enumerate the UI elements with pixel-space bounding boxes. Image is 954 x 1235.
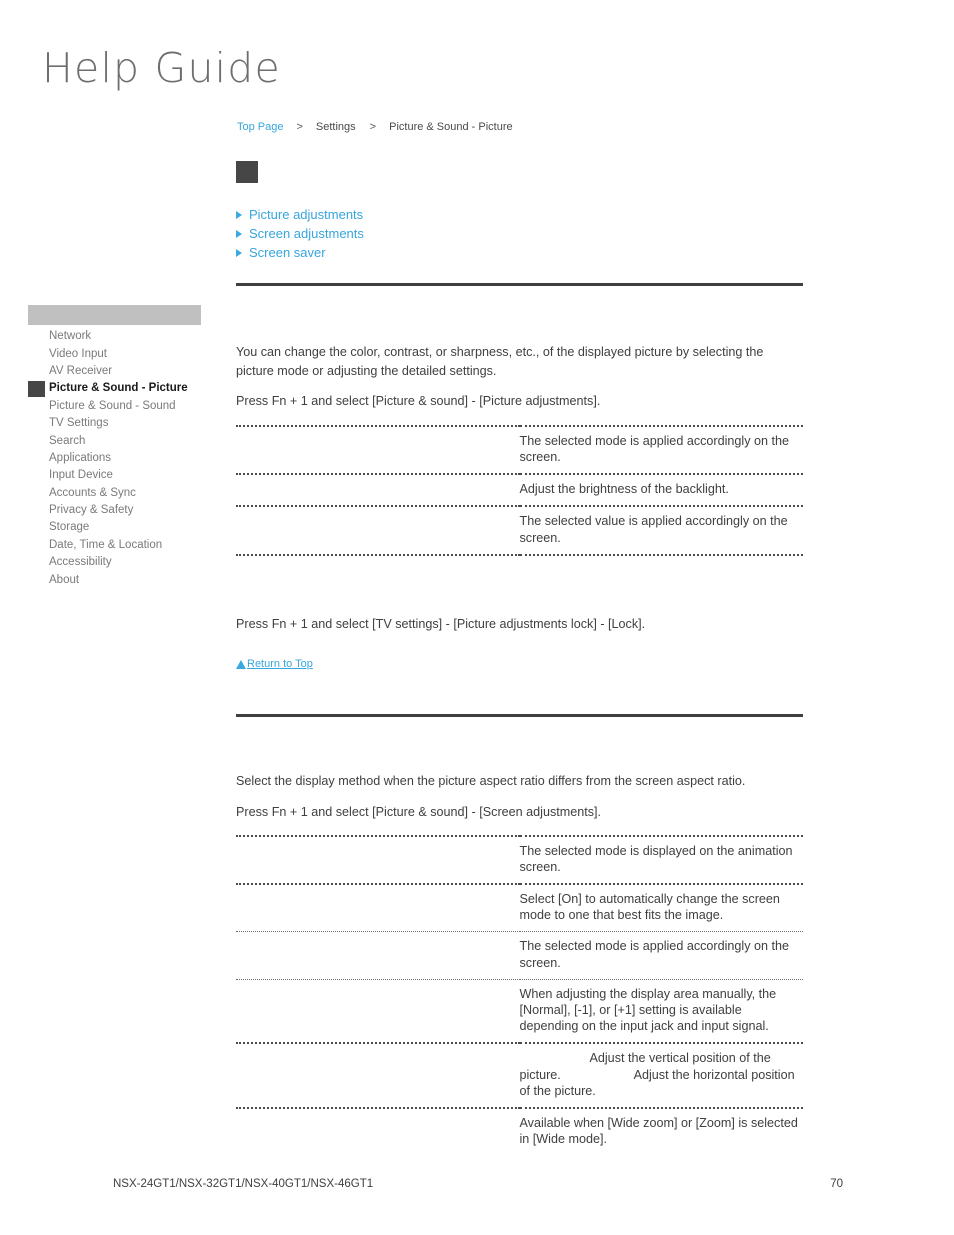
anchor-link-picture-adjustments[interactable]: Picture adjustments <box>236 205 636 224</box>
page-footer: NSX-24GT1/NSX-32GT1/NSX-40GT1/NSX-46GT1 … <box>113 1178 843 1190</box>
sidebar-item-label: Accounts & Sync <box>49 486 136 499</box>
footer-page-number: 70 <box>830 1178 843 1190</box>
sidebar-item-label: TV Settings <box>49 417 109 430</box>
breadcrumb-separator-1: > <box>296 121 303 133</box>
anchor-link-label: Screen adjustments <box>249 226 364 241</box>
active-item-marker-icon <box>28 381 45 398</box>
sidebar-item-label: Picture & Sound - Sound <box>49 399 176 412</box>
sidebar-item-label: Date, Time & Location <box>49 538 163 551</box>
anchor-link-label: Picture adjustments <box>249 207 364 222</box>
table-row: The selected value is applied accordingl… <box>236 507 803 554</box>
breadcrumb-current: Picture & Sound - Picture <box>389 121 513 133</box>
sidebar-item-date-time-and-location[interactable]: Date, Time & Location <box>28 537 201 554</box>
table-row: When adjusting the display area manually… <box>236 980 803 1044</box>
page-title-box <box>236 161 258 183</box>
section-title-placeholder <box>236 286 803 326</box>
sidebar-item-av-receiver[interactable]: AV Receiver <box>28 363 201 380</box>
sidebar-item-label: About <box>49 573 80 586</box>
triangle-right-icon <box>236 248 242 257</box>
screen-adjustments-table: The selected mode is displayed on the an… <box>236 834 803 1156</box>
row-description: Adjust the brightness of the backlight. <box>519 482 729 497</box>
row-label-cell <box>236 980 520 1044</box>
row-description: Available when [Wide zoom] or [Zoom] is … <box>519 1116 798 1147</box>
sidebar-item-label: Storage <box>49 521 90 534</box>
breadcrumb-top-page[interactable]: Top Page <box>237 121 283 133</box>
row-label-cell <box>236 837 520 884</box>
table-divider <box>236 553 803 557</box>
anchor-link-screen-saver[interactable]: Screen saver <box>236 243 636 262</box>
row-label-cell <box>236 1109 520 1155</box>
anchor-link-screen-adjustments[interactable]: Screen adjustments <box>236 224 636 243</box>
section2-instruction-paragraph: Press Fn + 1 and select [Picture & sound… <box>236 804 602 819</box>
section-picture-adjustments: You can change the color, contrast, or s… <box>236 283 803 671</box>
section1-lock-note: Press Fn + 1 and select [TV settings] - … <box>236 616 646 631</box>
footer-model-numbers: NSX-24GT1/NSX-32GT1/NSX-40GT1/NSX-46GT1 <box>113 1178 374 1190</box>
row-label-cell <box>236 427 520 474</box>
row-label-cell <box>236 507 520 554</box>
sidebar-item-label: Picture & Sound - Picture <box>49 382 188 395</box>
row-description: Adjust the vertical position of the pict… <box>519 1051 799 1098</box>
triangle-up-icon <box>236 659 246 669</box>
anchor-link-label: Screen saver <box>249 245 326 260</box>
sidebar-item-video-input[interactable]: Video Input <box>28 345 201 362</box>
sidebar-item-accounts-and-sync[interactable]: Accounts & Sync <box>28 485 201 502</box>
triangle-right-icon <box>236 229 242 238</box>
sidebar-item-label: Network <box>49 330 92 343</box>
table-row: Select [On] to automatically change the … <box>236 885 803 932</box>
masthead: Help Guide <box>42 48 442 104</box>
sidebar-item-input-device[interactable]: Input Device <box>28 467 201 484</box>
return-to-top-label: Return to Top <box>247 658 313 671</box>
anchor-link-list: Picture adjustments Screen adjustments S… <box>236 205 636 262</box>
table-row: Adjust the vertical position of the pict… <box>236 1044 803 1108</box>
row-description: Select [On] to automatically change the … <box>519 891 780 923</box>
row-description: The selected value is applied accordingl… <box>519 514 788 545</box>
section-screen-adjustments: Select the display method when the pictu… <box>236 714 803 1155</box>
row-description: The selected mode is applied accordingly… <box>519 939 790 970</box>
triangle-right-icon <box>236 210 242 219</box>
row-label-cell <box>236 885 520 932</box>
sidebar-item-label: Video Input <box>49 347 107 360</box>
sidebar-item-applications[interactable]: Applications <box>28 450 201 467</box>
sidebar-item-network[interactable]: Network <box>28 328 201 345</box>
sidebar-item-label: Accessibility <box>49 556 112 569</box>
breadcrumb-separator-2: > <box>369 121 377 133</box>
page-logo-title: Help Guide <box>42 44 281 92</box>
section1-intro-paragraph: You can change the color, contrast, or s… <box>236 345 764 378</box>
section-title-placeholder <box>236 717 803 757</box>
row-label-cell <box>236 475 520 506</box>
table-row: The selected mode is applied accordingly… <box>236 932 803 979</box>
sidebar-item-search[interactable]: Search <box>28 432 201 449</box>
return-to-top-link[interactable]: Return to Top <box>236 657 803 671</box>
row-description: The selected mode is applied accordingly… <box>519 433 790 464</box>
sidebar: Network Video Input AV Receiver Picture … <box>28 305 201 589</box>
sidebar-item-storage[interactable]: Storage <box>28 519 201 536</box>
table-row: Available when [Wide zoom] or [Zoom] is … <box>236 1109 803 1155</box>
sidebar-item-list: Network Video Input AV Receiver Picture … <box>28 328 201 589</box>
sidebar-item-tv-settings[interactable]: TV Settings <box>28 415 201 432</box>
row-label-cell <box>236 932 520 979</box>
sidebar-item-label: Input Device <box>49 469 113 482</box>
breadcrumb: Top Page > Settings > Picture & Sound - Pict… <box>237 120 513 134</box>
sidebar-item-about[interactable]: About <box>28 571 201 588</box>
table-row: The selected mode is applied accordingly… <box>236 427 803 474</box>
sidebar-item-label: Applications <box>49 451 112 464</box>
table-row: The selected mode is displayed on the an… <box>236 837 803 884</box>
sidebar-item-picture-and-sound-sound[interactable]: Picture & Sound - Sound <box>28 398 201 415</box>
section2-intro-paragraph: Select the display method when the pictu… <box>236 774 746 789</box>
sidebar-item-label: AV Receiver <box>49 364 113 377</box>
table-row: Adjust the brightness of the backlight. <box>236 475 803 506</box>
sidebar-item-picture-and-sound-picture[interactable]: Picture & Sound - Picture <box>28 380 201 398</box>
sidebar-item-label: Privacy & Safety <box>49 504 134 517</box>
row-label-cell <box>236 1044 520 1108</box>
row-description: When adjusting the display area manually… <box>519 986 777 1034</box>
picture-adjustments-table: The selected mode is applied accordingly… <box>236 424 803 557</box>
breadcrumb-settings[interactable]: Settings <box>316 121 356 133</box>
sidebar-item-label: Search <box>49 434 86 447</box>
section1-instruction-paragraph: Press Fn + 1 and select [Picture & sound… <box>236 394 601 409</box>
row-description: The selected mode is displayed on the an… <box>519 843 793 874</box>
sidebar-item-accessibility[interactable]: Accessibility <box>28 554 201 571</box>
main-content: You can change the color, contrast, or s… <box>236 283 803 1155</box>
sidebar-item-privacy-and-safety[interactable]: Privacy & Safety <box>28 502 201 519</box>
sidebar-header-bar <box>28 305 201 325</box>
